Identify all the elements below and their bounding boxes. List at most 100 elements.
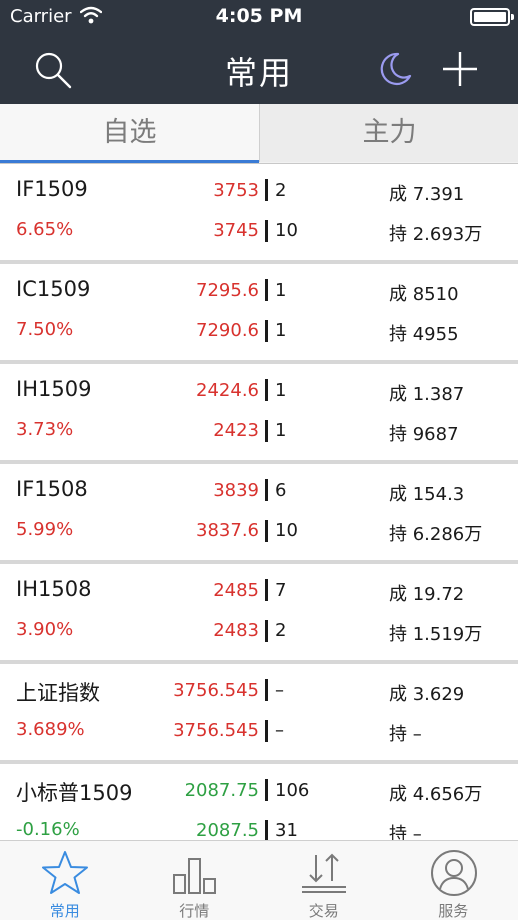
change-percent: 3.73% <box>16 419 74 440</box>
tab-active-indicator <box>0 160 259 163</box>
divider-bar <box>265 320 268 342</box>
quote-row[interactable]: IF1508 5.99% 3839 3837.6 6 10 成 154.3 持 … <box>0 464 518 564</box>
nav-header: Carrier 4:05 PM 常用 <box>0 0 518 104</box>
open-interest-stat: 持 – <box>389 824 422 840</box>
open-interest-stat: 持 1.519万 <box>389 624 483 645</box>
price-lower: 3756.545 <box>173 720 259 741</box>
quote-row[interactable]: IH1508 3.90% 2485 2483 7 2 成 19.72 持 1.5… <box>0 564 518 664</box>
tabbar-label: 行情 <box>179 902 210 920</box>
divider-bar <box>265 620 268 642</box>
contract-name: IF1508 <box>16 477 88 501</box>
search-icon[interactable] <box>33 50 73 90</box>
volume-upper: 7 <box>275 580 287 601</box>
status-bar: Carrier 4:05 PM <box>0 0 518 34</box>
battery-icon <box>470 8 514 26</box>
volume-upper: 6 <box>275 480 287 501</box>
turnover-stat: 成 8510 <box>389 284 459 305</box>
divider-bar <box>265 479 268 501</box>
turnover-stat: 成 19.72 <box>389 584 465 605</box>
volume-lower: 1 <box>275 320 287 341</box>
divider-bar <box>265 379 268 401</box>
divider-bar <box>265 579 268 601</box>
tabbar-item-service[interactable]: 服务 <box>389 841 518 920</box>
volume-lower: 10 <box>275 220 298 241</box>
quote-row[interactable]: IH1509 3.73% 2424.6 2423 1 1 成 1.387 持 9… <box>0 364 518 464</box>
price-upper: 2087.75 <box>184 780 259 801</box>
status-time: 4:05 PM <box>215 5 303 27</box>
turnover-stat: 成 154.3 <box>389 484 465 505</box>
contract-name: IF1509 <box>16 177 88 201</box>
price-upper: 7295.6 <box>196 280 259 301</box>
turnover-stat: 成 4.656万 <box>389 784 483 805</box>
quote-row[interactable]: IF1509 6.65% 3753 3745 2 10 成 7.391 持 2.… <box>0 164 518 264</box>
price-lower: 7290.6 <box>196 320 259 341</box>
price-lower: 3837.6 <box>196 520 259 541</box>
price-lower: 2483 <box>213 620 259 641</box>
price-lower: 2087.5 <box>196 820 259 840</box>
contract-name: IC1509 <box>16 277 91 301</box>
bar-chart-icon <box>172 858 216 894</box>
divider-bar <box>265 820 268 840</box>
divider-bar <box>265 679 268 701</box>
star-icon <box>42 851 88 894</box>
price-upper: 3839 <box>213 480 259 501</box>
quote-list: IF1509 6.65% 3753 3745 2 10 成 7.391 持 2.… <box>0 164 518 840</box>
contract-name: 小标普1509 <box>16 781 133 805</box>
quote-row[interactable]: IC1509 7.50% 7295.6 7290.6 1 1 成 8510 持 … <box>0 264 518 364</box>
divider-bar <box>265 779 268 801</box>
person-icon <box>430 850 477 896</box>
volume-upper: 1 <box>275 380 287 401</box>
moon-icon[interactable] <box>376 50 414 88</box>
open-interest-stat: 持 – <box>389 724 422 745</box>
trade-arrows-icon <box>302 853 346 893</box>
change-percent: 6.65% <box>16 219 74 240</box>
volume-upper: – <box>275 680 284 701</box>
divider-bar <box>265 520 268 542</box>
open-interest-stat: 持 6.286万 <box>389 524 483 545</box>
volume-upper: 2 <box>275 180 287 201</box>
divider-bar <box>265 720 268 742</box>
change-percent: 7.50% <box>16 319 74 340</box>
plus-icon[interactable] <box>441 50 479 88</box>
turnover-stat: 成 1.387 <box>389 384 465 405</box>
quote-row[interactable]: 小标普1509 -0.16% 2087.75 2087.5 106 31 成 4… <box>0 764 518 840</box>
divider-bar <box>265 420 268 442</box>
volume-upper: 1 <box>275 280 287 301</box>
tabbar-label: 常用 <box>49 902 80 920</box>
open-interest-stat: 持 4955 <box>389 324 459 345</box>
contract-name: 上证指数 <box>16 681 100 705</box>
divider-bar <box>265 279 268 301</box>
turnover-stat: 成 7.391 <box>389 184 465 205</box>
segment-tabs: 自选 主力 <box>0 104 518 164</box>
change-percent: 3.689% <box>16 719 85 740</box>
open-interest-stat: 持 2.693万 <box>389 224 483 245</box>
open-interest-stat: 持 9687 <box>389 424 459 445</box>
tabbar-item-market[interactable]: 行情 <box>130 841 260 920</box>
tab-favorites[interactable]: 自选 <box>0 104 259 162</box>
price-upper: 3756.545 <box>173 680 259 701</box>
tab-main[interactable]: 主力 <box>260 104 518 162</box>
turnover-stat: 成 3.629 <box>389 684 465 705</box>
tabbar-item-favorites[interactable]: 常用 <box>0 841 130 920</box>
contract-name: IH1508 <box>16 577 92 601</box>
volume-lower: 2 <box>275 620 287 641</box>
price-upper: 2424.6 <box>196 380 259 401</box>
bottom-tab-bar: 常用 行情 交易 服务 <box>0 840 518 920</box>
volume-lower: – <box>275 720 284 741</box>
contract-name: IH1509 <box>16 377 92 401</box>
change-percent: 3.90% <box>16 619 74 640</box>
quote-row[interactable]: 上证指数 3.689% 3756.545 3756.545 – – 成 3.62… <box>0 664 518 764</box>
divider-bar <box>265 179 268 201</box>
price-upper: 2485 <box>213 580 259 601</box>
change-percent: 5.99% <box>16 519 74 540</box>
divider-bar <box>265 220 268 242</box>
volume-upper: 106 <box>275 780 310 801</box>
tabbar-label: 服务 <box>438 902 469 920</box>
volume-lower: 31 <box>275 820 298 840</box>
change-percent: -0.16% <box>16 819 80 840</box>
tabbar-label: 交易 <box>308 902 339 920</box>
price-lower: 3745 <box>213 220 259 241</box>
volume-lower: 1 <box>275 420 287 441</box>
tabbar-item-trade[interactable]: 交易 <box>259 841 389 920</box>
price-lower: 2423 <box>213 420 259 441</box>
